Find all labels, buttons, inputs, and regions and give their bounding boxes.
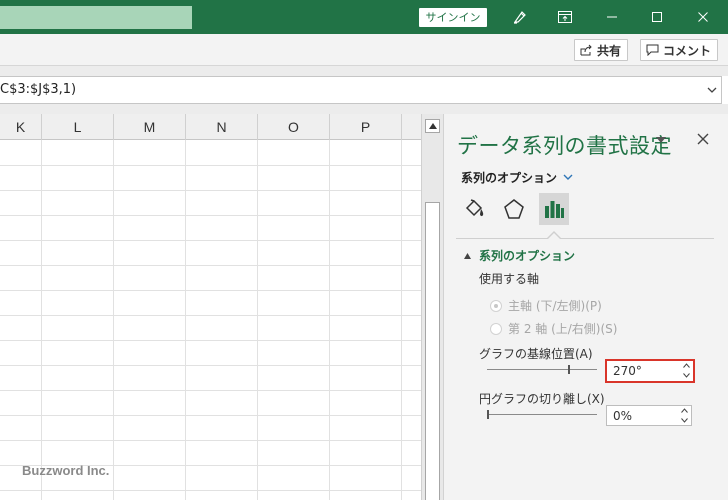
gridline bbox=[0, 215, 421, 216]
worksheet-grid[interactable]: K L M N O P Buzzword Inc. bbox=[0, 114, 421, 500]
ribbon-gap bbox=[0, 66, 728, 76]
chevron-down-icon[interactable] bbox=[706, 84, 718, 96]
pane-close-icon[interactable] bbox=[697, 133, 709, 145]
title-bar: サインイン bbox=[0, 0, 728, 34]
fill-line-icon bbox=[465, 199, 484, 217]
gridline bbox=[0, 415, 421, 416]
column-header-l[interactable]: L bbox=[42, 114, 114, 140]
primary-axis-label: 主軸 (下/左側)(P) bbox=[508, 299, 602, 313]
gridline bbox=[0, 390, 421, 391]
series-options-label: 系列のオプション bbox=[461, 171, 558, 185]
slider-thumb[interactable] bbox=[487, 410, 489, 419]
close-icon[interactable] bbox=[683, 0, 723, 34]
gridline bbox=[401, 140, 402, 500]
radio-secondary[interactable] bbox=[490, 322, 502, 335]
spin-up-icon[interactable] bbox=[682, 363, 690, 368]
rotation-input[interactable]: 270° bbox=[605, 359, 695, 383]
gridline bbox=[185, 140, 186, 500]
rotation-value[interactable]: 270° bbox=[613, 364, 642, 378]
gridline bbox=[0, 365, 421, 366]
tab-series-options[interactable] bbox=[539, 193, 569, 225]
rotation-slider[interactable] bbox=[487, 365, 597, 375]
gridline bbox=[257, 140, 258, 500]
pane-title: データ系列の書式設定 bbox=[457, 134, 672, 158]
gridline bbox=[0, 440, 421, 441]
radio-primary-axis[interactable]: 主軸 (下/左側)(P) bbox=[490, 297, 602, 314]
radio-secondary-axis[interactable]: 第 2 軸 (上/右側)(S) bbox=[490, 320, 617, 337]
column-header-m[interactable]: M bbox=[114, 114, 186, 140]
gridline bbox=[0, 340, 421, 341]
section-series-options[interactable]: 系列のオプション bbox=[464, 247, 575, 264]
explosion-spinner[interactable] bbox=[680, 408, 688, 423]
chevron-down-icon bbox=[563, 174, 573, 180]
share-label: 共有 bbox=[597, 43, 622, 58]
formula-bar[interactable]: C$3:$J$3,1) bbox=[0, 76, 722, 104]
tab-divider bbox=[456, 238, 714, 239]
slider-track bbox=[487, 414, 597, 415]
spin-down-icon[interactable] bbox=[680, 418, 688, 423]
format-series-pane: データ系列の書式設定 系列のオプション 系列のオプション 使用する軸 主軸 (下… bbox=[443, 114, 728, 500]
column-header-n[interactable]: N bbox=[186, 114, 258, 140]
series-options-dropdown[interactable]: 系列のオプション bbox=[461, 169, 573, 186]
gridline bbox=[0, 240, 421, 241]
scroll-up-button[interactable] bbox=[425, 119, 440, 133]
maximize-icon[interactable] bbox=[637, 0, 677, 34]
column-header-p[interactable]: P bbox=[330, 114, 402, 140]
column-header-o[interactable]: O bbox=[258, 114, 330, 140]
share-icon bbox=[580, 44, 592, 56]
spin-down-icon[interactable] bbox=[682, 373, 690, 378]
vertical-scrollbar[interactable] bbox=[421, 114, 443, 500]
ribbon-display-icon[interactable] bbox=[545, 0, 585, 34]
secondary-axis-label: 第 2 軸 (上/右側)(S) bbox=[508, 322, 618, 336]
column-header-k[interactable]: K bbox=[0, 114, 42, 140]
effects-icon bbox=[504, 199, 524, 219]
spin-up-icon[interactable] bbox=[680, 408, 688, 413]
pane-menu-icon[interactable] bbox=[656, 137, 666, 143]
share-button[interactable]: 共有 bbox=[574, 39, 629, 61]
gridline bbox=[0, 315, 421, 316]
comment-label: コメント bbox=[663, 43, 712, 58]
gridline bbox=[0, 490, 421, 491]
explosion-value[interactable]: 0% bbox=[613, 409, 632, 423]
explosion-slider[interactable] bbox=[487, 410, 597, 420]
gridline bbox=[41, 140, 42, 500]
column-header-partial bbox=[402, 114, 421, 140]
explosion-input[interactable]: 0% bbox=[606, 405, 692, 426]
slider-thumb[interactable] bbox=[568, 365, 570, 374]
section-title: 系列のオプション bbox=[479, 249, 576, 263]
slider-track bbox=[487, 369, 597, 370]
pen-icon[interactable] bbox=[500, 0, 540, 34]
tab-indicator-inner bbox=[548, 233, 560, 239]
comment-button[interactable]: コメント bbox=[640, 39, 719, 61]
gridline bbox=[113, 140, 114, 500]
gridline bbox=[329, 140, 330, 500]
scroll-thumb[interactable] bbox=[425, 202, 440, 500]
comment-icon bbox=[646, 44, 659, 56]
signin-button[interactable]: サインイン bbox=[419, 8, 487, 27]
axis-label: 使用する軸 bbox=[479, 272, 540, 286]
series-options-icon bbox=[545, 201, 564, 218]
radio-primary[interactable] bbox=[490, 299, 502, 312]
tab-effects[interactable] bbox=[499, 193, 529, 225]
watermark: Buzzword Inc. bbox=[22, 463, 110, 478]
tab-fill-line[interactable] bbox=[459, 193, 489, 225]
column-headers: K L M N O P bbox=[0, 114, 421, 140]
gridline bbox=[0, 190, 421, 191]
collapse-triangle-icon bbox=[464, 252, 471, 259]
formula-gap bbox=[0, 104, 728, 114]
gridline bbox=[0, 165, 421, 166]
title-field[interactable] bbox=[0, 6, 192, 29]
explosion-label: 円グラフの切り離し(X) bbox=[479, 392, 605, 406]
formula-text[interactable]: C$3:$J$3,1) bbox=[0, 82, 76, 97]
rotation-spinner[interactable] bbox=[682, 363, 690, 378]
gridline bbox=[0, 265, 421, 266]
minimize-icon[interactable] bbox=[592, 0, 632, 34]
gridline bbox=[0, 290, 421, 291]
rotation-label: グラフの基線位置(A) bbox=[479, 347, 593, 361]
triangle-up-icon bbox=[428, 123, 437, 129]
ribbon-bar: 共有 コメント bbox=[0, 34, 728, 66]
